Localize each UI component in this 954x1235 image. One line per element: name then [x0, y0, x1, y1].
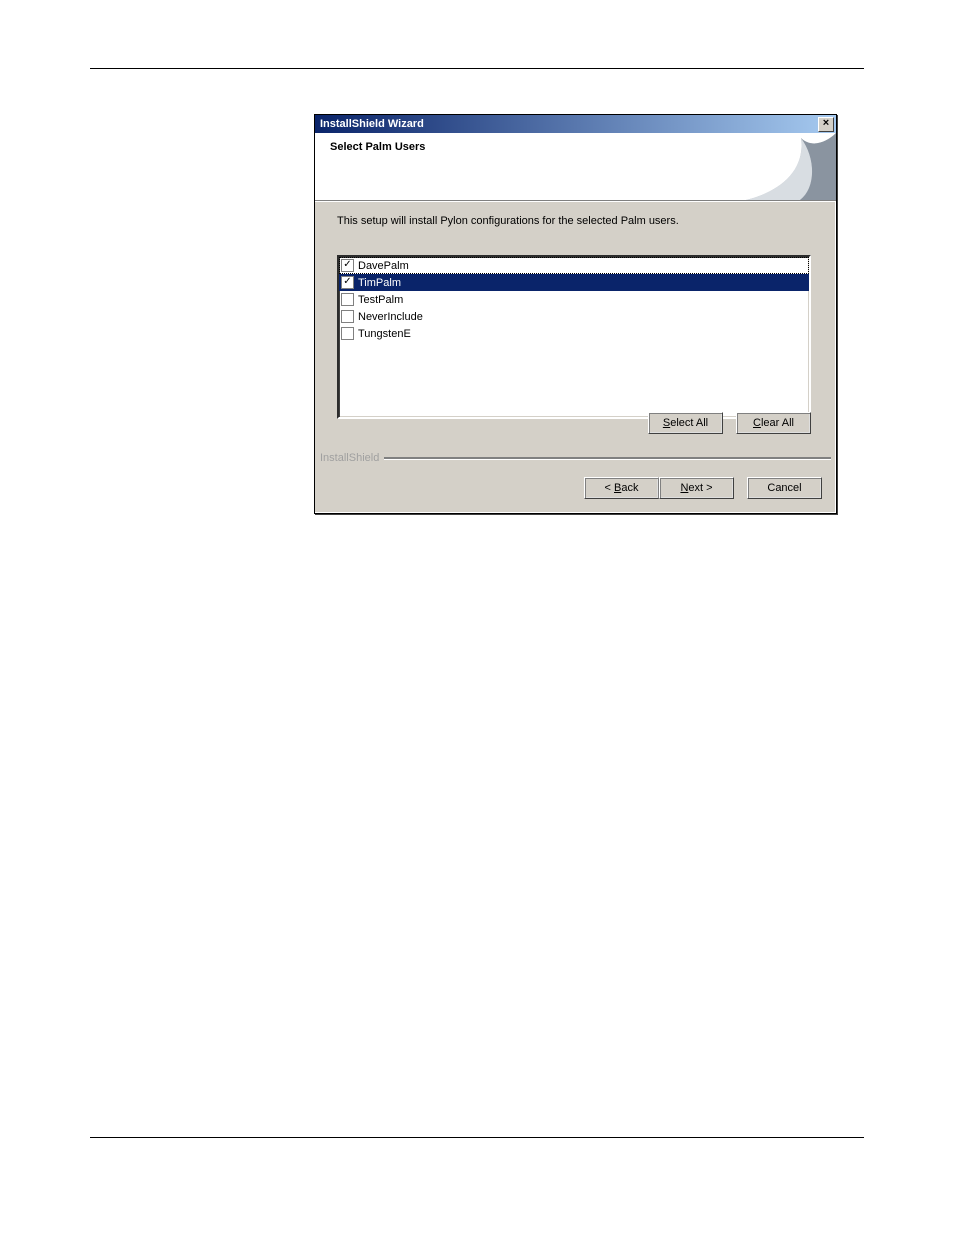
checkbox[interactable]: [341, 259, 354, 272]
list-item[interactable]: TungstenE: [339, 325, 809, 342]
description-text: This setup will install Pylon configurat…: [337, 215, 814, 227]
checkbox[interactable]: [341, 310, 354, 323]
close-icon: ×: [823, 117, 829, 129]
installshield-dialog: InstallShield Wizard × Select Palm Users…: [314, 114, 837, 514]
list-item-label: DavePalm: [358, 260, 409, 272]
close-button[interactable]: ×: [818, 117, 834, 132]
btn-text: Next >: [680, 482, 712, 494]
cancel-button[interactable]: Cancel: [747, 477, 822, 499]
palm-users-listbox[interactable]: DavePalm TimPalm TestPalm NeverInclude Tungs…: [337, 255, 811, 419]
page-curl-graphic: [746, 133, 836, 200]
horizontal-rule-bottom: [90, 1137, 864, 1138]
list-item[interactable]: DavePalm: [339, 257, 809, 274]
header-panel: Select Palm Users: [315, 133, 836, 201]
list-item-label: TestPalm: [358, 294, 403, 306]
list-item-label: NeverInclude: [358, 311, 423, 323]
next-button[interactable]: Next >: [659, 477, 734, 499]
back-button[interactable]: < Back: [584, 477, 659, 499]
checkbox[interactable]: [341, 276, 354, 289]
checkbox[interactable]: [341, 327, 354, 340]
nav-buttons: < Back Next > Cancel: [584, 477, 822, 499]
horizontal-rule-top: [90, 68, 864, 69]
btn-text: Select All: [663, 417, 708, 429]
btn-text: < Back: [605, 482, 639, 494]
btn-text: Cancel: [767, 482, 801, 494]
select-all-button[interactable]: Select All: [648, 412, 723, 434]
list-item[interactable]: TimPalm: [339, 274, 809, 291]
list-item[interactable]: NeverInclude: [339, 308, 809, 325]
header-title: Select Palm Users: [330, 141, 425, 153]
clear-all-button[interactable]: Clear All: [736, 412, 811, 434]
list-item-label: TungstenE: [358, 328, 411, 340]
brand-rule: [384, 457, 831, 460]
brand-text: InstallShield: [320, 452, 384, 464]
window-title: InstallShield Wizard: [320, 118, 424, 130]
list-item[interactable]: TestPalm: [339, 291, 809, 308]
list-buttons: Select All Clear All: [648, 412, 811, 434]
body-panel: This setup will install Pylon configurat…: [315, 201, 836, 511]
title-bar[interactable]: InstallShield Wizard ×: [315, 115, 836, 133]
btn-text: Clear All: [753, 417, 794, 429]
list-item-label: TimPalm: [358, 277, 401, 289]
brand-line: InstallShield: [320, 452, 831, 464]
checkbox[interactable]: [341, 293, 354, 306]
